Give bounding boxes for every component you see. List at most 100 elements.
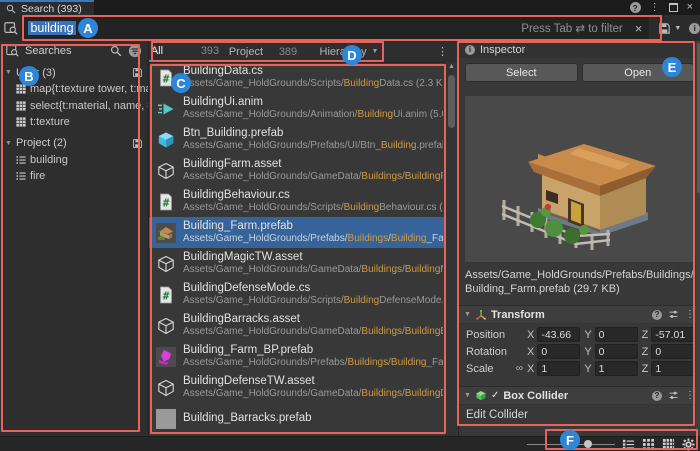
result-row[interactable]: Building_Farm.prefabAssets/Game_HoldGrou… [149, 217, 446, 248]
results-scrollbar[interactable]: ▲ [445, 62, 457, 437]
path-segment: Barracks.asset [440, 326, 443, 337]
thumb-bp-icon [155, 346, 176, 367]
result-row[interactable]: Building_Farm_BP.prefabAssets/Game_HoldG… [149, 341, 446, 372]
svg-text:#: # [162, 289, 169, 302]
tab-hierarchy[interactable]: Hierarchy ▼ [305, 41, 393, 62]
tab-project[interactable]: Project389 [221, 41, 305, 62]
sidebar-group-project[interactable]: ▼Project (2) [0, 135, 148, 152]
component-menu-icon[interactable]: ⋮ [685, 310, 695, 320]
foldout-arrow-icon[interactable]: ▼ [464, 311, 471, 318]
search-searches-icon[interactable] [110, 45, 122, 57]
save-search-icon[interactable] [132, 138, 143, 149]
position-x-field[interactable]: -43.66 [537, 327, 580, 342]
result-row[interactable]: BuildingMagicTW.assetAssets/Game_HoldGro… [149, 248, 446, 279]
settings-gear-button[interactable] [682, 438, 695, 451]
result-row[interactable]: Building_Barracks.prefab [149, 403, 446, 434]
csharp-icon: # [155, 284, 176, 305]
clear-search-icon[interactable]: × [635, 22, 643, 35]
result-row[interactable]: BuildingUi.animAssets/Game_HoldGrounds/A… [149, 93, 446, 124]
component-enabled-checkbox[interactable]: ✓ [491, 390, 499, 401]
scrollbar-thumb[interactable] [697, 43, 700, 193]
inspector-title: Inspector [480, 44, 525, 56]
scale-y-field[interactable]: 1 [595, 361, 638, 376]
preset-icon[interactable] [668, 390, 679, 401]
sidebar-item-building[interactable]: building [0, 152, 148, 169]
filter-icon[interactable] [128, 44, 142, 58]
match-highlight: Buildings [361, 388, 402, 399]
path-segment: Assets/Game_HoldGrounds/Animation/ [183, 109, 358, 120]
scroll-up-icon[interactable]: ▲ [446, 62, 457, 72]
result-row[interactable]: BuildingDefenseTW.assetAssets/Game_HoldG… [149, 372, 446, 403]
anim-icon [155, 98, 176, 119]
help-icon[interactable]: ? [630, 2, 641, 13]
collapse-arrow-icon[interactable]: ▼ [5, 69, 12, 76]
sidebar-group-user[interactable]: ▼User (3) [0, 64, 148, 81]
sidebar-item-select-t-material-na[interactable]: select{t:material, name, # [0, 98, 148, 115]
sidebar-item-label: map{t:texture tower, t:ma [30, 83, 148, 95]
edit-collider-label[interactable]: Edit Collider [459, 405, 700, 421]
search-input[interactable]: building Press Tab ⇄ to filter × [21, 17, 649, 39]
result-text: Btn_Building.prefabAssets/Game_HoldGroun… [183, 127, 443, 152]
component-menu-icon[interactable]: ⋮ [685, 391, 695, 401]
prefab-icon [155, 129, 176, 150]
sidebar-item-map-t-texture-tower-[interactable]: map{t:texture tower, t:ma [0, 81, 148, 98]
list-view-button[interactable] [622, 438, 635, 451]
path-segment: Assets/Game_HoldGrounds/Scripts/ [183, 202, 344, 213]
save-search-button[interactable]: ▼ [658, 22, 681, 35]
sidebar-item-t-texture[interactable]: t:texture [0, 114, 148, 131]
rotation-x-field[interactable]: 0 [537, 344, 580, 359]
window-tab[interactable]: Search (393) [0, 0, 94, 15]
close-icon[interactable]: × [687, 2, 693, 13]
chevron-down-icon[interactable]: ▼ [372, 48, 379, 55]
help-icon[interactable]: ? [652, 391, 662, 401]
constrain-proportions-icon[interactable]: ∞ [512, 364, 527, 374]
tab-label: Project [229, 46, 275, 58]
axis-y: Y0 [584, 327, 637, 342]
result-row[interactable]: Btn_Building.prefabAssets/Game_HoldGroun… [149, 124, 446, 155]
tab-label: Hierarchy [320, 46, 366, 58]
window-menu-icon[interactable]: ⋮ [650, 3, 660, 13]
inspector-toggle-button[interactable]: i [689, 23, 700, 34]
position-z-field[interactable]: -57.01 [651, 327, 695, 342]
sidebar-item-label: select{t:material, name, # [30, 100, 148, 112]
position-y-field[interactable]: 0 [595, 327, 638, 342]
result-row[interactable]: BuildingBarracks.assetAssets/Game_HoldGr… [149, 310, 446, 341]
inspector-scrollbar[interactable] [696, 41, 700, 437]
result-row[interactable]: BuildingFarm.assetAssets/Game_HoldGround… [149, 155, 446, 186]
grid-view-button[interactable] [642, 438, 655, 451]
result-row[interactable]: #BuildingBehaviour.csAssets/Game_HoldGro… [149, 186, 446, 217]
box-collider-component-header[interactable]: ▼ ✓ Box Collider ? ⋮ [459, 386, 700, 405]
axis-label: X [527, 329, 534, 341]
rotation-z-field[interactable]: 0 [651, 344, 695, 359]
scale-x-field[interactable]: 1 [537, 361, 580, 376]
table-icon [16, 101, 26, 111]
slider-thumb[interactable] [584, 440, 592, 448]
help-icon[interactable]: ? [652, 310, 662, 320]
preset-icon[interactable] [668, 309, 679, 320]
axis-label: Z [642, 363, 649, 375]
asset-icon [155, 315, 176, 336]
axis-x: X0 [527, 344, 580, 359]
transform-component-header[interactable]: ▼ Transform ? ⋮ [459, 305, 700, 324]
tab-label: All [151, 45, 197, 57]
asset-icon [155, 253, 176, 274]
item-size-slider[interactable] [527, 437, 615, 451]
collapse-arrow-icon[interactable]: ▼ [5, 140, 12, 147]
maximize-icon[interactable] [669, 3, 678, 12]
tab-all[interactable]: All393 [149, 41, 221, 62]
foldout-arrow-icon[interactable]: ▼ [464, 392, 471, 399]
open-button[interactable]: Open [582, 63, 695, 82]
rotation-y-field[interactable]: 0 [595, 344, 638, 359]
result-row[interactable]: #BuildingDefenseMode.csAssets/Game_HoldG… [149, 279, 446, 310]
saved-search-icon [0, 21, 21, 35]
save-search-icon[interactable] [132, 67, 143, 78]
tab-overflow-menu-icon[interactable]: ⋮ [437, 45, 457, 58]
scrollbar-thumb[interactable] [448, 75, 455, 128]
select-button[interactable]: Select [465, 63, 578, 82]
result-path: Assets/Game_HoldGrounds/Prefabs/UI/Btn_B… [183, 140, 443, 152]
sidebar-item-fire[interactable]: fire [0, 168, 148, 185]
axis-label: Z [642, 346, 649, 358]
table-view-button[interactable] [662, 438, 675, 451]
scale-z-field[interactable]: 1 [651, 361, 695, 376]
result-row[interactable]: #BuildingData.csAssets/Game_HoldGrounds/… [149, 62, 446, 93]
